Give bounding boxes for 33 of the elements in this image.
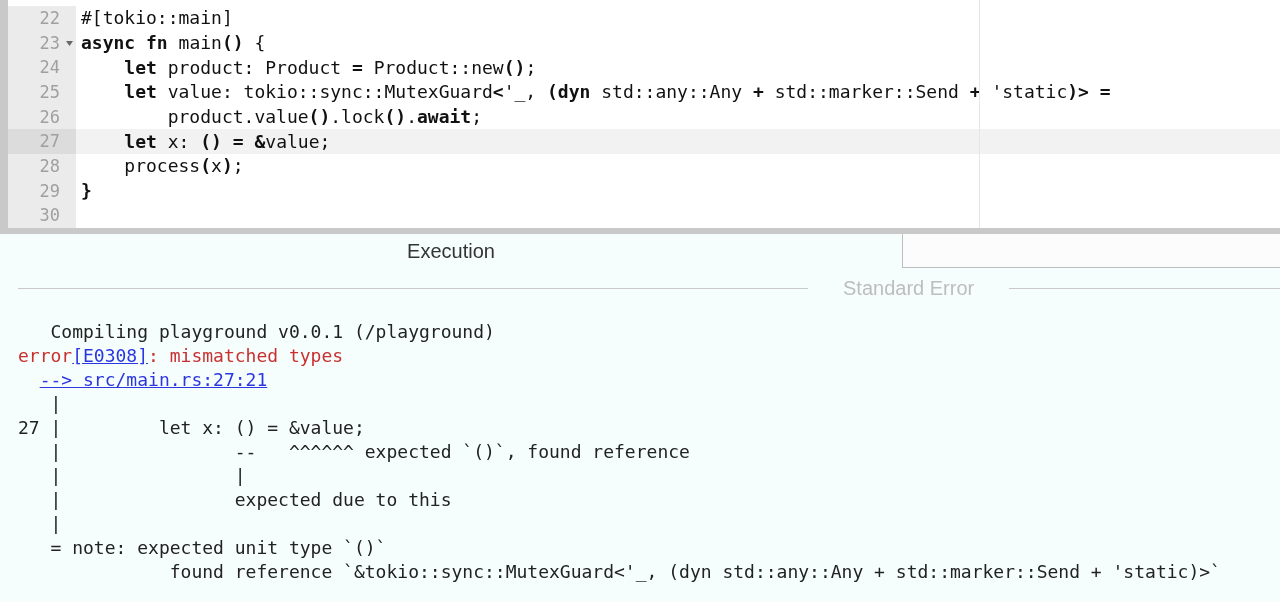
code-line: async fn main() { (81, 34, 266, 53)
fold-caret-icon[interactable] (66, 40, 73, 46)
code-line: let product: Product = Product::new(); (123, 58, 537, 77)
output-text: found reference `&tokio::sync::MutexGuard<'_, (dyn std::any::Any + std::marker::Send + 'static)>` (168, 561, 1221, 582)
error-link[interactable]: [E0308] (72, 345, 149, 366)
execution-tab[interactable]: Execution (407, 236, 495, 266)
section-heading: Standard Error (843, 276, 975, 301)
output-text: 27 | let x: () = &value; (18, 417, 365, 438)
output-text: | expected due to this (49, 489, 452, 510)
code-line: } (81, 182, 92, 201)
line-number: 26 (39, 108, 60, 126)
error-text: : mismatched types (148, 345, 344, 366)
code-line: #[tokio::main] (81, 9, 233, 28)
line-number: 22 (39, 9, 60, 27)
line-number: 30 (39, 207, 60, 225)
line-number: 28 (39, 157, 60, 175)
output-text: Compiling playground v0.0.1 (/playground) (49, 321, 495, 342)
line-number: 24 (39, 59, 60, 77)
line-number: 23 (39, 34, 60, 52)
output-text: | -- ^^^^^^ expected `()`, found reference (49, 441, 690, 462)
line-number: 25 (39, 83, 60, 101)
code-line: process(x); (123, 157, 244, 176)
error-text: error (18, 345, 73, 366)
output-text: | | (49, 465, 246, 486)
output-text: | (49, 513, 62, 534)
error-link[interactable]: --> src/main.rs:27:21 (39, 369, 268, 390)
code-line: product.value().lock().await; (166, 108, 482, 127)
output-text: = note: expected unit type `()` (49, 537, 387, 558)
code-line: let x: () = &value; (123, 132, 331, 151)
code-editor[interactable] (0, 0, 1280, 234)
line-number: 27 (39, 133, 60, 151)
line-number: 29 (39, 182, 60, 200)
output-text: | (49, 393, 62, 414)
